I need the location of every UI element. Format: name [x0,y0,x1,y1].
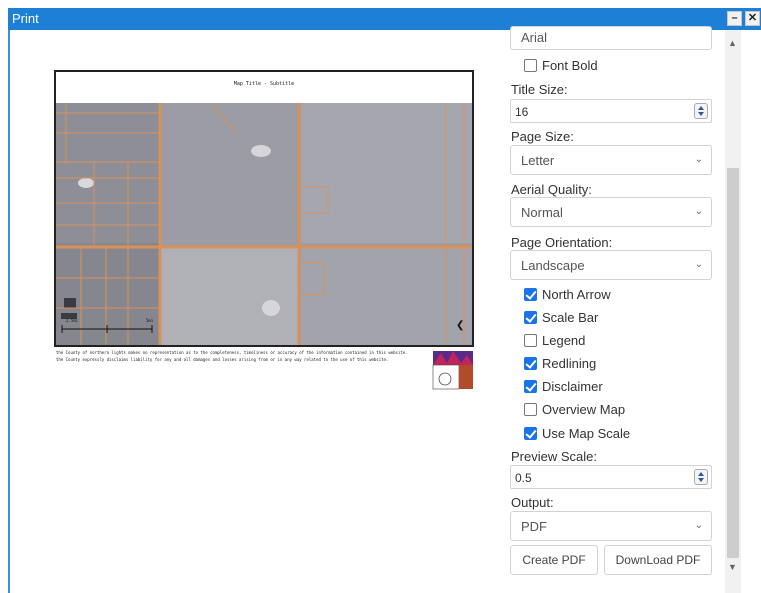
north-arrow-label: North Arrow [542,287,611,302]
font-bold-label: Font Bold [542,58,598,73]
title-size-input[interactable]: 16 [510,99,712,123]
font-bold-box[interactable] [524,59,537,72]
output-select[interactable]: PDF ⌄ [510,511,712,541]
preview-scale-label: Preview Scale: [511,449,597,464]
use-map-scale-label: Use Map Scale [542,426,631,441]
minimize-button[interactable]: – [727,11,742,26]
print-preview: Map Title - Subtitle 2.5mi 5mi ❮ [54,70,474,347]
font-select[interactable]: Arial [510,26,712,50]
page-size-label: Page Size: [511,129,574,144]
scrollbar-thumb[interactable] [727,168,739,558]
page-size-select[interactable]: Letter ⌄ [510,145,712,175]
disclaimer-label: Disclaimer [542,379,603,394]
legend-box[interactable] [524,334,537,347]
chevron-down-icon: ⌄ [694,154,703,165]
create-pdf-button[interactable]: Create PDF [510,545,598,575]
scroll-down-icon[interactable]: ▼ [728,562,737,572]
output-value: PDF [521,519,547,534]
chevron-down-icon: ⌄ [694,520,703,531]
chevron-down-icon: ⌄ [694,259,703,270]
aerial-quality-select[interactable]: Normal ⌄ [510,197,712,227]
window-left-border [8,30,10,593]
map-title: Map Title - Subtitle [233,81,295,87]
scale-label-start: 2.5mi [66,318,79,323]
scale-bar-box[interactable] [524,311,537,324]
scroll-up-icon[interactable]: ▲ [728,38,737,48]
window-title: Print [12,11,39,26]
font-value: Arial [521,30,548,45]
north-arrow-box[interactable] [524,288,537,301]
title-size-value: 16 [515,105,529,119]
preview-scale-input[interactable]: 0.5 [510,465,712,489]
title-size-label: Title Size: [511,82,568,97]
preview-scale-stepper-icon[interactable] [694,469,708,485]
download-pdf-button[interactable]: DownLoad PDF [604,545,712,575]
page-orientation-select[interactable]: Landscape ⌄ [510,250,712,280]
map-disclaimer: the County of northern lights makes no r… [56,350,408,362]
preview-scale-value: 0.5 [515,471,532,485]
aerial-map [56,103,472,345]
page-orientation-value: Landscape [521,258,585,273]
use-map-scale-box[interactable] [524,427,537,440]
overview-map-label: Overview Map [542,402,626,417]
redlining-box[interactable] [524,357,537,370]
north-arrow-icon: ❮ [456,320,465,331]
aerial-quality-label: Aerial Quality: [511,182,592,197]
county-logo [432,351,473,390]
page-orientation-label: Page Orientation: [511,235,613,250]
scale-bar-label: Scale Bar [542,310,599,325]
redlining-label: Redlining [542,356,597,371]
overview-map-box[interactable] [524,403,537,416]
chevron-down-icon: ⌄ [694,206,703,217]
title-size-stepper-icon[interactable] [694,103,708,119]
aerial-quality-value: Normal [521,205,563,220]
page-size-value: Letter [521,153,555,168]
close-button[interactable]: ✕ [745,11,760,26]
legend-label: Legend [542,333,586,348]
output-label: Output: [511,495,554,510]
scale-label-end: 5mi [146,318,154,323]
minimize-icon: – [731,12,738,24]
print-settings-panel: Arial Font Bold Title Size: 16 Page Size… [508,26,722,593]
disclaimer-box[interactable] [524,380,537,393]
close-icon: ✕ [747,12,758,24]
scale-bar: 2.5mi 5mi [66,318,154,323]
